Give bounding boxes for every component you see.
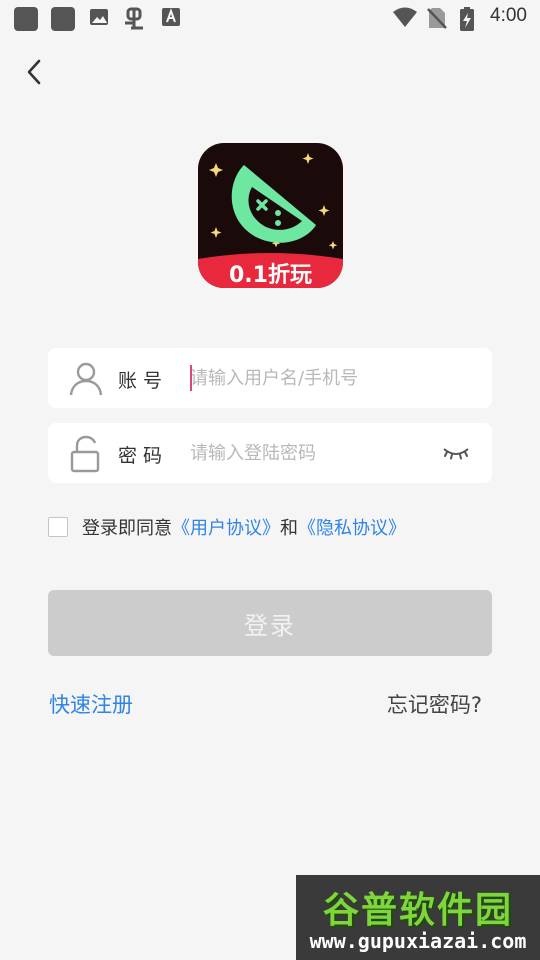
app-notification-icon — [51, 7, 75, 31]
user-agreement-link[interactable]: 《用户协议》 — [172, 514, 280, 540]
agreement-prefix: 登录即同意 — [82, 518, 172, 539]
account-field[interactable]: 账号 — [48, 348, 492, 408]
watermark-title: 谷普软件园 — [322, 890, 513, 931]
watermark-url: www.gupuxiazai.com — [309, 929, 527, 953]
back-button[interactable] — [14, 52, 54, 92]
text-cursor — [190, 365, 192, 391]
agreement-conjunction: 和 — [280, 518, 298, 539]
chevron-left-icon — [27, 59, 41, 85]
lock-icon — [70, 435, 100, 473]
agreement-checkbox[interactable] — [48, 517, 68, 537]
font-icon — [162, 8, 180, 26]
account-label: 账号 — [118, 370, 169, 392]
status-time: 4:00 — [490, 5, 527, 26]
no-sim-icon — [427, 8, 447, 29]
watermark: 谷普软件园 www.gupuxiazai.com — [296, 875, 540, 960]
privacy-policy-link[interactable]: 《隐私协议》 — [298, 514, 406, 540]
app-logo: 0.1折玩 — [198, 143, 343, 288]
wifi-icon — [393, 7, 417, 27]
password-input[interactable] — [190, 435, 420, 471]
agreement-row: 登录即同意 《用户协议》 和 《隐私协议》 — [48, 514, 406, 540]
logo-banner-text: 0.1折玩 — [229, 263, 312, 288]
password-label: 密码 — [118, 445, 169, 467]
account-input[interactable] — [190, 360, 420, 396]
battery-charging-icon — [460, 7, 474, 31]
password-field[interactable]: 密码 — [48, 423, 492, 483]
bug-icon — [125, 7, 143, 30]
user-icon — [69, 362, 103, 396]
app-notification-icon — [14, 7, 38, 31]
login-button[interactable]: 登录 — [48, 590, 492, 656]
status-bar: 4:00 — [0, 0, 540, 36]
image-icon — [90, 9, 108, 25]
eye-closed-icon[interactable] — [442, 443, 470, 463]
forgot-password-link[interactable]: 忘记密码? — [387, 689, 482, 719]
register-link[interactable]: 快速注册 — [49, 689, 133, 719]
